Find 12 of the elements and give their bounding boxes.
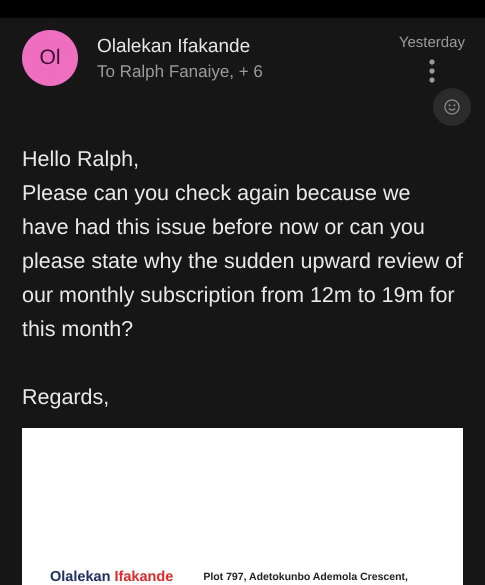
signature-logo: Olalekan Ifakande <box>50 569 174 585</box>
avatar: Ol <box>22 30 78 86</box>
reaction-button[interactable] <box>433 88 471 126</box>
signature-address: Plot 797, Adetokunbo Ademola Crescent, <box>203 571 408 585</box>
message-time: Yesterday <box>398 34 465 51</box>
greeting: Hello Ralph, <box>22 146 140 173</box>
smiley-icon <box>444 99 460 115</box>
sender-name: Olalekan Ifakande <box>97 36 252 58</box>
recipients[interactable]: To Ralph Fanaiye, + 6 <box>97 62 380 82</box>
closing: Regards, <box>22 384 110 411</box>
message-body: Please can you check again because we have had this issue before now or can you please state why the sudden upward review of our monthly subscription from 12m to 19m for this month? <box>22 180 463 343</box>
more-options-icon[interactable] <box>428 59 435 83</box>
